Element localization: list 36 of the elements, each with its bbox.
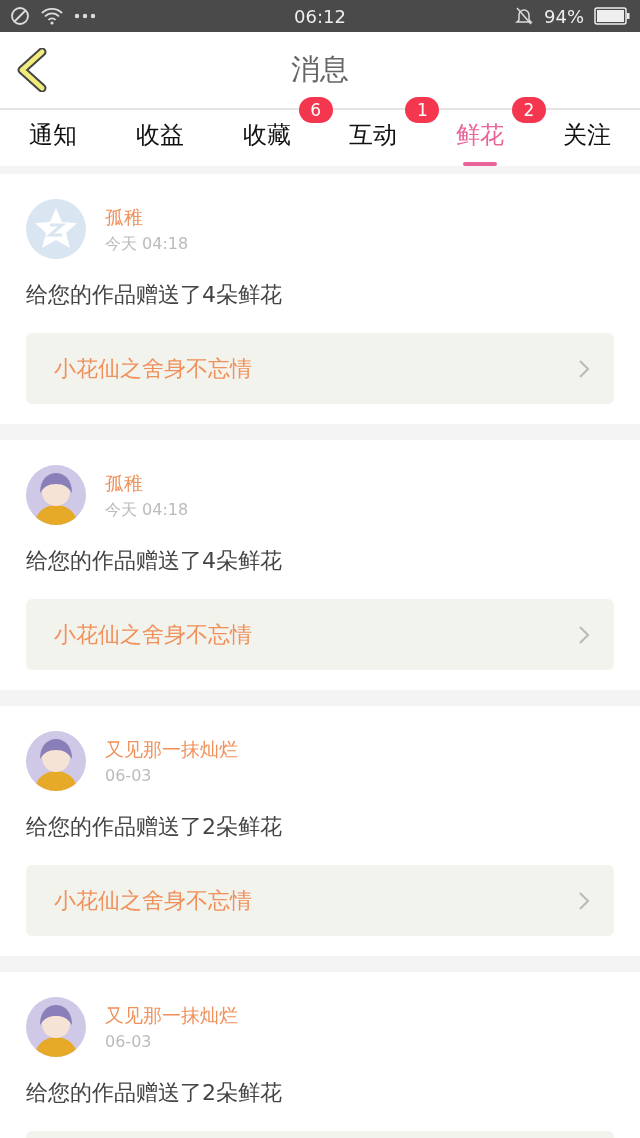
message-text: 给您的作品赠送了2朵鲜花 [26,1079,283,1107]
tab[interactable]: 收益 [136,110,184,166]
count-badge: 6 [298,97,333,123]
bell-off-icon [514,6,534,26]
battery-percent: 94% [544,5,584,27]
star-avatar-icon [26,199,86,259]
chevron-right-icon [578,624,590,645]
tab[interactable]: 关注 [562,110,611,166]
work-link[interactable]: 小花仙之舍身不忘情 [26,865,614,936]
message-time: 06-03 [105,765,153,787]
more-icon [74,13,96,19]
person-avatar-icon [26,731,86,791]
message-time: 今天 04:18 [105,499,189,521]
work-link[interactable]: 小花仙之舍身不忘情 [26,599,614,670]
person-avatar-icon [26,997,86,1057]
message-text: 给您的作品赠送了4朵鲜花 [26,547,283,575]
message-text: 给您的作品赠送了2朵鲜花 [26,813,283,841]
user-name[interactable]: 又见那一抹灿烂 [105,1002,238,1028]
user-name[interactable]: 又见那一抹灿烂 [105,736,238,762]
blocked-icon [10,6,30,26]
count-badge: 2 [512,97,546,123]
count-badge: 1 [405,97,440,123]
page-title: 消息 [291,51,349,88]
chevron-right-icon [578,358,590,379]
clock-time: 06:12 [294,5,346,27]
user-name[interactable]: 孤稚 [105,204,189,230]
chevron-right-icon [578,890,590,911]
work-link[interactable]: 小花仙之舍身不忘情 [26,333,614,404]
wifi-icon [40,7,64,25]
message-time: 今天 04:18 [105,233,189,255]
message-text: 给您的作品赠送了4朵鲜花 [26,281,283,309]
message-time: 06-03 [105,1031,153,1053]
user-name[interactable]: 孤稚 [105,470,189,496]
person-avatar-icon [26,465,86,525]
tab[interactable]: 通知 [29,110,78,166]
battery-icon [594,7,630,25]
